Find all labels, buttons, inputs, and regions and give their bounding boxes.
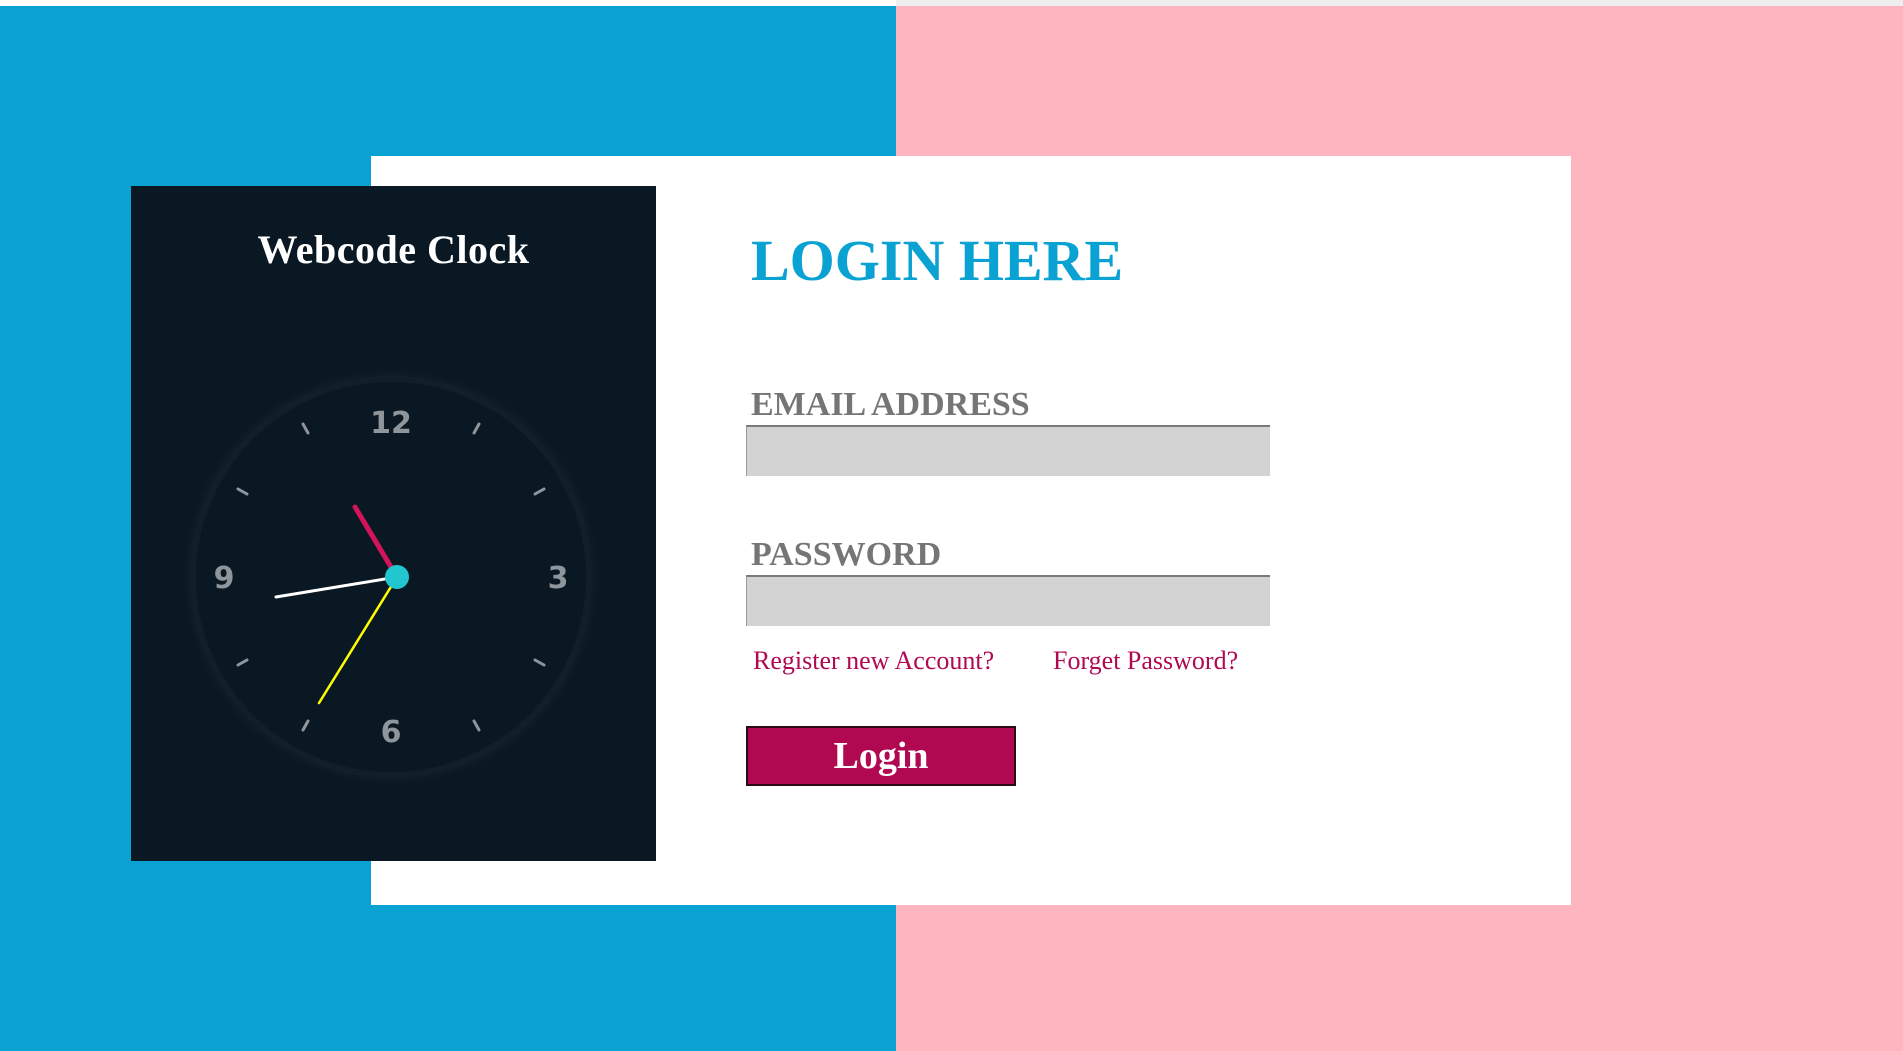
forget-password-link[interactable]: Forget Password? bbox=[1053, 646, 1238, 676]
analog-clock: 12 3 6 9 bbox=[176, 362, 606, 792]
password-field[interactable] bbox=[746, 575, 1270, 626]
password-label: PASSWORD bbox=[751, 536, 942, 573]
clock-numeral-12: 12 bbox=[370, 406, 412, 441]
login-heading: LOGIN HERE bbox=[751, 228, 1124, 293]
email-field[interactable] bbox=[746, 425, 1270, 476]
login-button[interactable]: Login bbox=[746, 726, 1016, 786]
clock-numeral-3: 3 bbox=[548, 561, 569, 596]
clock-numeral-6: 6 bbox=[381, 715, 402, 750]
email-label: EMAIL ADDRESS bbox=[751, 386, 1030, 423]
register-account-link[interactable]: Register new Account? bbox=[753, 646, 994, 676]
page: Webcode Clock 12 3 6 9 LOGIN HERE EMAIL … bbox=[0, 0, 1903, 1051]
clock-panel: Webcode Clock 12 3 6 9 bbox=[131, 186, 656, 861]
clock-numeral-9: 9 bbox=[214, 561, 235, 596]
clock-center-dot bbox=[385, 565, 409, 589]
